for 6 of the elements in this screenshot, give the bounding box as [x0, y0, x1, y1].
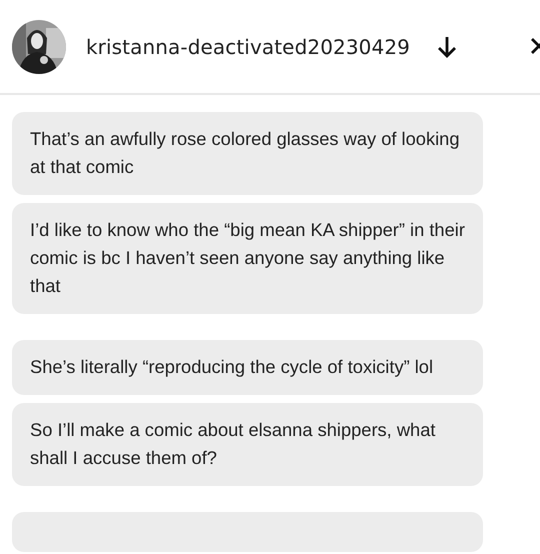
message-bubble: I’d like to know who the “big mean KA shipper” in their comic is bc I haven’t seen anyone say anything like that — [12, 203, 483, 314]
message-bubble: She’s literally “reproducing the cycle of toxicity” lol — [12, 340, 483, 395]
message-bubble: So I’ll make a comic about elsanna shippers, what shall I accuse them of? — [12, 403, 483, 486]
username[interactable]: kristanna-deactivated20230429 — [86, 34, 410, 58]
download-icon[interactable] — [436, 34, 458, 58]
message-bubble: That’s an awfully rose colored glasses way of looking at that comic — [12, 112, 483, 195]
